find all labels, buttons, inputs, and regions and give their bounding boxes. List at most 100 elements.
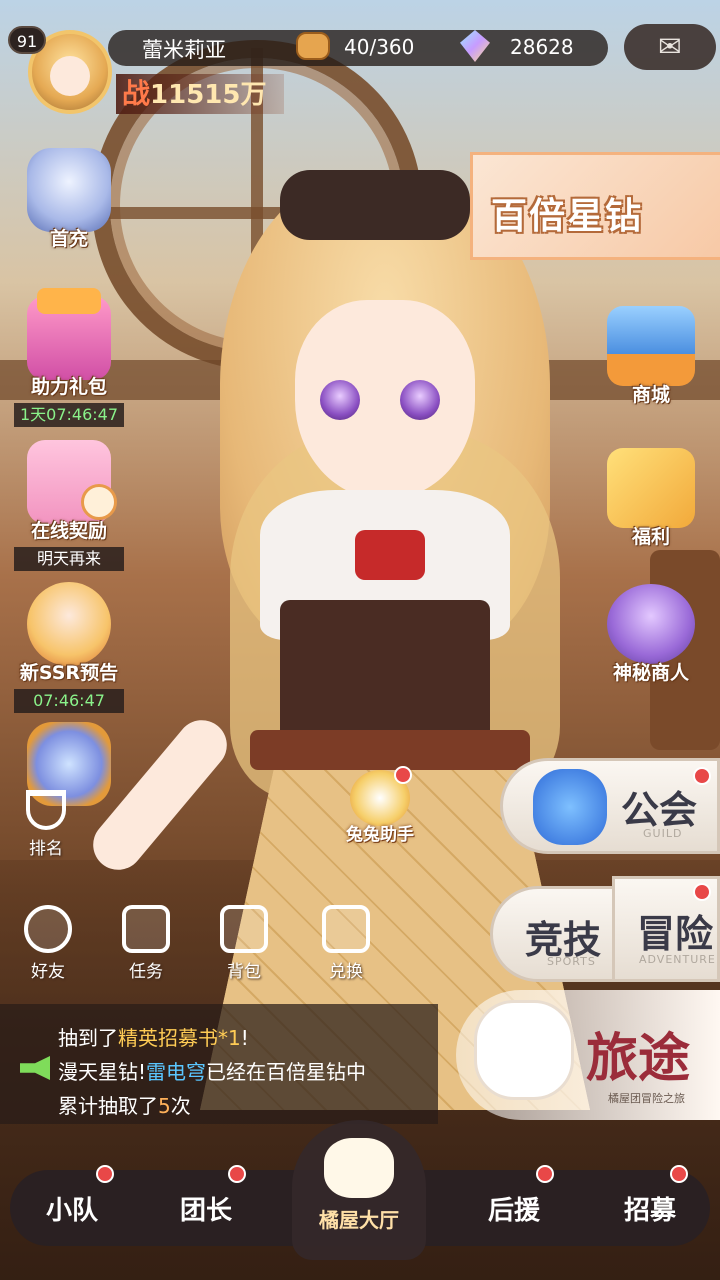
tasks-button[interactable]: 任务 — [106, 905, 186, 982]
mystery-merchant-button[interactable]: 神秘商人 — [596, 584, 706, 685]
exchange-button[interactable]: 兑换 — [306, 905, 386, 982]
merchant-icon — [607, 584, 695, 664]
chat-broadcast-panel[interactable]: 抽到了精英招募书*1! 漫天星钻!雷电穹已经在百倍星钻中 累计抽取了5次 — [0, 1004, 438, 1124]
journey-title: 旅途 — [586, 1028, 691, 1089]
character-eye-left — [320, 380, 360, 420]
notification-dot — [693, 883, 711, 901]
chat-player-name[interactable]: 雷电穹 — [146, 1060, 206, 1084]
player-level-badge: 91 — [8, 26, 46, 54]
support-pack-button[interactable]: 助力礼包 1天07:46:47 — [14, 288, 124, 427]
notification-dot — [670, 1165, 688, 1183]
notification-dot — [693, 767, 711, 785]
player-name: 蕾米莉亚 — [142, 38, 226, 62]
arena-sub-label: SPORTS — [547, 955, 596, 968]
online-reward-button[interactable]: 在线契励 明天再来 — [14, 440, 124, 571]
hundredfold-star-gem-banner[interactable]: 百倍星钻 — [470, 152, 720, 260]
chat-line-3: 累计抽取了5次 — [58, 1090, 191, 1119]
shop-icon — [607, 306, 695, 386]
character-hair-bow — [280, 170, 470, 240]
mail-icon: ✉ — [658, 30, 682, 63]
welfare-button[interactable]: 福利 — [596, 448, 706, 549]
combat-power: 战11515万 — [116, 74, 285, 114]
notification-dot — [228, 1165, 246, 1183]
first-charge-button[interactable]: 首充 — [14, 148, 124, 251]
chat-item-name: 精英招募书*1 — [118, 1026, 241, 1050]
friends-label: 好友 — [31, 962, 65, 982]
nav-hall[interactable]: 橘屋大厅 — [292, 1120, 426, 1260]
chat-text: 累计抽取了 — [58, 1094, 158, 1118]
gift-box-icon — [27, 288, 111, 380]
character-ribbon — [355, 530, 425, 580]
ssr-character-icon — [27, 582, 111, 666]
journey-button[interactable]: 旅途 橘屋团冒险之旅 — [456, 990, 720, 1120]
cat-house-icon — [324, 1138, 394, 1198]
friends-button[interactable]: 好友 — [8, 905, 88, 982]
exchange-shop-icon — [322, 905, 370, 953]
shop-button[interactable]: 商城 — [596, 306, 706, 407]
support-pack-label: 助力礼包 — [30, 376, 107, 398]
adventure-label: 冒险 — [637, 911, 714, 956]
chat-text: 抽到了 — [58, 1026, 118, 1050]
adventure-sub-label: ADVENTURE — [639, 953, 716, 966]
character-belt — [250, 730, 530, 770]
first-charge-label: 首充 — [49, 228, 88, 250]
new-ssr-timer: 07:46:47 — [14, 689, 124, 713]
notification-dot — [96, 1165, 114, 1183]
horn-icon — [20, 1056, 50, 1080]
online-reward-status: 明天再来 — [14, 547, 124, 571]
ranking-button[interactable]: 排名 — [18, 790, 74, 859]
clock-icon — [81, 484, 117, 520]
new-ssr-preview-button[interactable]: 新SSR预告 07:46:47 — [14, 582, 124, 713]
cat-icon — [474, 1000, 574, 1100]
combat-power-tag: 战 — [122, 77, 151, 110]
nav-support[interactable]: 后援 — [488, 1190, 540, 1227]
chat-text: ! — [240, 1026, 249, 1050]
guild-sub-label: GUILD — [643, 827, 683, 840]
mystery-merchant-label: 神秘商人 — [612, 662, 689, 684]
backpack-button[interactable]: 背包 — [204, 905, 284, 982]
chat-line-1: 抽到了精英招募书*1! — [58, 1022, 249, 1051]
banner-title: 百倍星钻 — [491, 196, 644, 237]
notification-dot — [536, 1165, 554, 1183]
guild-label: 公会 — [621, 787, 698, 832]
mail-button[interactable]: ✉ — [624, 24, 716, 70]
shop-label: 商城 — [631, 384, 670, 406]
friends-icon — [24, 905, 72, 953]
online-reward-label: 在线契励 — [30, 520, 107, 542]
character-eye-right — [400, 380, 440, 420]
chat-text: 次 — [170, 1094, 191, 1118]
arena-button[interactable]: 竞技 SPORTS — [490, 886, 616, 982]
tasks-label: 任务 — [129, 962, 163, 982]
combat-power-value: 11515万 — [150, 80, 267, 110]
nav-recruit[interactable]: 招募 — [624, 1190, 676, 1227]
adventure-button[interactable]: 冒险 ADVENTURE — [612, 876, 720, 982]
avatar-face — [50, 56, 90, 96]
notification-dot — [394, 766, 412, 784]
welfare-label: 福利 — [631, 526, 670, 548]
new-ssr-label: 新SSR预告 — [19, 662, 119, 684]
chat-text: 已经在百倍星钻中 — [206, 1060, 367, 1084]
bunny-helper-button[interactable]: 兔兔助手 — [330, 766, 430, 845]
task-clipboard-icon — [122, 905, 170, 953]
guild-dragon-icon — [533, 769, 607, 845]
backpack-label: 背包 — [227, 962, 261, 982]
support-pack-timer: 1天07:46:47 — [14, 403, 124, 427]
welfare-gift-icon — [607, 448, 695, 528]
chat-line-2: 漫天星钻!雷电穹已经在百倍星钻中 — [58, 1056, 366, 1085]
top-status-bar: 91 蕾米莉亚 40/360 28628 ✉ 战11515万 — [0, 0, 720, 130]
nav-hall-label: 橘屋大厅 — [319, 1208, 399, 1232]
bread-icon[interactable] — [296, 32, 330, 60]
nav-squad[interactable]: 小队 — [46, 1190, 98, 1227]
nav-leader[interactable]: 团长 — [180, 1190, 232, 1227]
journey-subtitle: 橘屋团冒险之旅 — [608, 1092, 685, 1105]
guild-button[interactable]: 公会 GUILD — [500, 758, 720, 854]
gem-count: 28628 — [510, 35, 574, 59]
chat-text: 漫天星钻! — [58, 1060, 147, 1084]
chat-count: 5 — [158, 1094, 171, 1118]
stamina-value: 40/360 — [344, 35, 415, 59]
online-gift-icon — [27, 440, 117, 524]
first-charge-icon — [27, 148, 111, 232]
bunny-helper-label: 兔兔助手 — [346, 825, 414, 845]
backpack-icon — [220, 905, 268, 953]
character-corset — [280, 600, 490, 750]
